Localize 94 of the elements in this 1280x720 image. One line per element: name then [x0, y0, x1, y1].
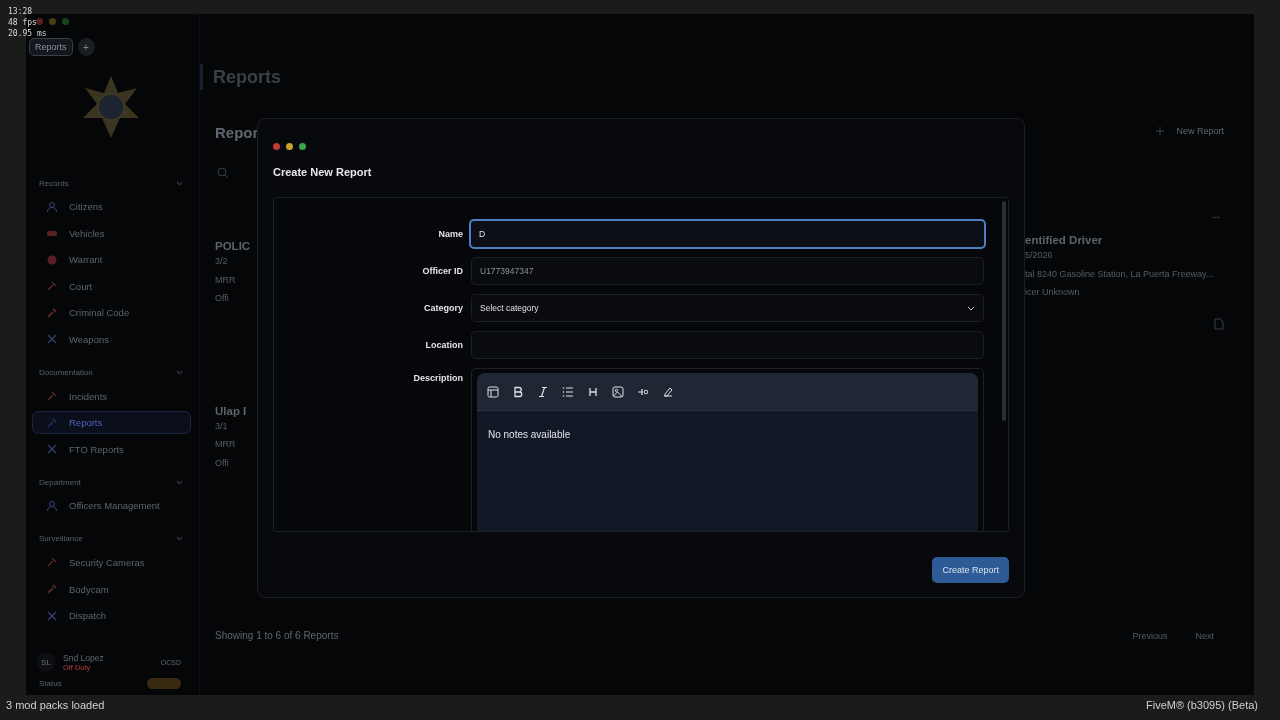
- report-title: POLIC: [215, 240, 251, 252]
- user-avatar: SL: [36, 652, 56, 672]
- list-icon[interactable]: [562, 385, 574, 398]
- section-header[interactable]: Records: [26, 171, 199, 195]
- dialog-title: Create New Report: [273, 166, 373, 178]
- fps-counter: 48 fps: [8, 17, 37, 28]
- sidebar-item[interactable]: Security Cameras: [32, 550, 191, 574]
- sidebar-item[interactable]: Dispatch: [32, 604, 191, 628]
- report-officer: icer Unknown: [1025, 286, 1080, 299]
- chevron-icon: [176, 180, 183, 186]
- previous-button[interactable]: Previous: [1132, 630, 1168, 641]
- field-label: Location: [424, 340, 463, 350]
- page-title: Reports: [213, 66, 281, 88]
- table-icon[interactable]: [487, 385, 499, 398]
- star-badge-icon: [81, 76, 141, 138]
- sidebar-item[interactable]: Citizens: [32, 195, 191, 218]
- chevron-icon: [176, 536, 183, 542]
- chevron-icon: [176, 479, 183, 485]
- bold-icon[interactable]: [512, 385, 524, 398]
- sidebar-item[interactable]: Bodycam: [32, 577, 191, 601]
- text-field[interactable]: [471, 331, 984, 359]
- new-report-button[interactable]: New Report: [1156, 126, 1224, 136]
- menu-item-icon: [46, 416, 58, 429]
- editor-text: No notes available: [487, 428, 572, 442]
- menu-item-icon: [46, 200, 58, 213]
- create-report-button[interactable]: Create Report: [932, 557, 1009, 583]
- maximize-dot[interactable]: [299, 143, 306, 150]
- plus-icon: [1156, 127, 1165, 135]
- report-location: MRR: [215, 438, 236, 451]
- sidebar-item[interactable]: Court: [32, 274, 191, 298]
- category-dropdown[interactable]: Select category: [471, 294, 984, 322]
- more-menu[interactable]: ...: [1211, 209, 1220, 220]
- menu-item-icon: [46, 280, 58, 293]
- client-version: FiveM® (b3095) (Beta): [1145, 699, 1258, 711]
- field-label: Officer ID: [421, 266, 463, 276]
- frame-time: 20.95 ms: [8, 28, 47, 39]
- close-dot[interactable]: [36, 18, 43, 25]
- report-date: 5/2026: [1025, 249, 1053, 262]
- new-tab-button[interactable]: +: [77, 38, 95, 56]
- sidebar-item[interactable]: Weapons: [32, 327, 191, 351]
- report-officer: Offi: [215, 292, 229, 305]
- report-title: Ulap I: [215, 404, 247, 417]
- image-icon[interactable]: [612, 385, 624, 398]
- app-tab[interactable]: Reports: [29, 38, 73, 56]
- menu-item-icon: [46, 443, 58, 456]
- report-officer: Offi: [215, 456, 229, 470]
- menu-item-icon: [46, 609, 58, 622]
- report-location: tal 8240 Gasoline Station, La Puerta Freeway...: [1025, 267, 1214, 281]
- menu-item-icon: [46, 390, 58, 403]
- status-badge: [147, 678, 181, 689]
- field-label: Name: [437, 229, 463, 239]
- mod-packs-status: 3 mod packs loaded: [6, 699, 105, 711]
- sidebar-item[interactable]: Reports: [32, 411, 191, 435]
- minimize-dot[interactable]: [286, 143, 293, 150]
- italic-icon[interactable]: [537, 385, 549, 398]
- section-heading: Repor: [215, 124, 259, 141]
- field-label: Category: [423, 303, 463, 313]
- text-field[interactable]: U1773947347: [471, 257, 984, 285]
- section-header[interactable]: Department: [26, 470, 199, 495]
- search-icon: [217, 167, 229, 179]
- sidebar-item[interactable]: Vehicles: [32, 221, 191, 245]
- sidebar-item[interactable]: Officers Management: [32, 494, 191, 518]
- description-field[interactable]: No notes available: [471, 368, 984, 531]
- scrollbar[interactable]: [1002, 201, 1006, 421]
- minimize-dot[interactable]: [49, 18, 56, 25]
- menu-item-icon: [46, 333, 58, 346]
- heading-icon[interactable]: [587, 385, 599, 398]
- sidebar-item[interactable]: FTO Reports: [32, 437, 191, 461]
- text-field[interactable]: D: [469, 219, 986, 249]
- menu-item-icon: [46, 583, 58, 596]
- menu-item-icon: [46, 306, 58, 319]
- close-dot[interactable]: [273, 143, 280, 150]
- menu-item-icon: [46, 499, 58, 512]
- report-title: entified Driver: [1025, 234, 1103, 246]
- report-date: 3/2: [215, 255, 228, 268]
- user-name: Snd Lopez: [63, 652, 105, 663]
- pagination-summary: Showing 1 to 6 of 6 Reports: [215, 630, 339, 641]
- maximize-dot[interactable]: [62, 18, 69, 25]
- report-date: 3/1: [215, 419, 228, 433]
- sidebar-item[interactable]: Warrant: [32, 248, 191, 272]
- clock-time: 13:28: [8, 6, 33, 17]
- next-button[interactable]: Next: [1195, 630, 1214, 641]
- chevron-down-icon: [967, 305, 975, 311]
- status-label: Status: [39, 679, 62, 688]
- field-label: Description: [412, 372, 463, 383]
- section-header[interactable]: Surveillance: [26, 526, 199, 551]
- sidebar-item[interactable]: Incidents: [32, 384, 191, 408]
- menu-item-icon: [46, 253, 58, 266]
- chevron-icon: [176, 370, 183, 376]
- pen-icon[interactable]: [662, 385, 674, 398]
- report-location: MRR: [215, 273, 236, 287]
- menu-item-icon: [46, 556, 58, 569]
- section-header[interactable]: Documentation: [26, 360, 199, 385]
- sidebar-item[interactable]: Criminal Code: [32, 301, 191, 325]
